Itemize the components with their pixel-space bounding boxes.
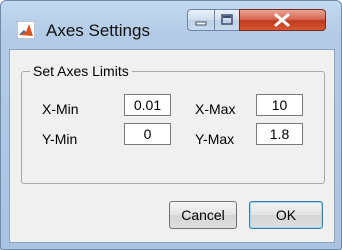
minimize-button[interactable] (187, 9, 215, 31)
title-bar[interactable]: Axes Settings (1, 1, 341, 51)
xmax-input[interactable] (256, 94, 303, 116)
window-title: Axes Settings (46, 21, 150, 40)
caption-buttons (187, 9, 326, 33)
minimize-icon (195, 21, 207, 26)
ok-button[interactable]: OK (249, 201, 323, 229)
xmin-label: X-Min (42, 101, 79, 117)
ymax-label: Y-Max (195, 131, 235, 147)
ymax-input[interactable] (256, 123, 303, 145)
group-legend: Set Axes Limits (30, 63, 132, 79)
maximize-button[interactable] (214, 9, 240, 31)
maximize-icon (221, 14, 233, 25)
xmax-label: X-Max (195, 101, 236, 117)
matlab-icon (17, 21, 35, 39)
axes-settings-window: Axes Settings Set Axes Limits X-Min 0.01… (0, 0, 342, 250)
close-button[interactable] (239, 9, 326, 31)
dialog-content: Set Axes Limits X-Min X-Max Y-Min Y-Max … (9, 49, 335, 243)
ymin-input[interactable] (124, 123, 171, 145)
ymin-label: Y-Min (42, 131, 78, 147)
close-icon (274, 13, 290, 27)
xmin-input[interactable] (124, 94, 171, 116)
cancel-button[interactable]: Cancel (169, 201, 237, 229)
